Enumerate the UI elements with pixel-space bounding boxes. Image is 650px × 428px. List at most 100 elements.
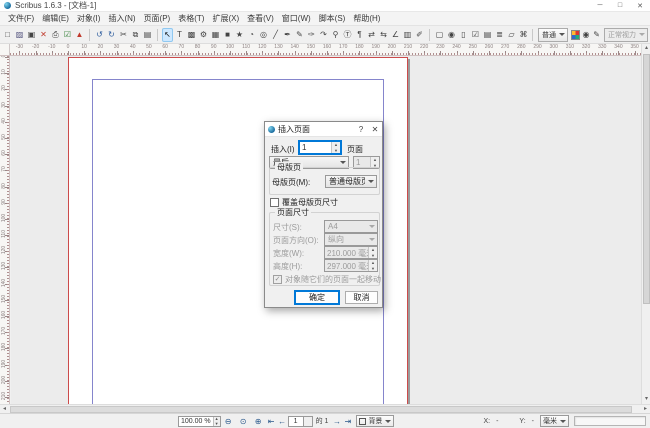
scroll-down-icon[interactable]: ▾ <box>642 395 650 404</box>
redo-button[interactable]: ↻ <box>106 28 117 42</box>
master-page-group: 母版页 母版页(M): 普通母版页 <box>269 167 380 195</box>
horizontal-scroll-thumb[interactable] <box>10 406 632 413</box>
save-document-button[interactable]: ▣ <box>26 28 37 42</box>
copy-item-properties-tool[interactable]: ▥ <box>402 28 413 42</box>
insert-count-spinner[interactable]: 1 ▲▼ <box>299 141 341 154</box>
vertical-ruler[interactable]: 0102030405060708090100110120130140150160… <box>0 56 10 404</box>
select-item-tool[interactable]: ↖ <box>162 28 173 42</box>
insert-render-frame-tool[interactable]: ⚙ <box>198 28 209 42</box>
insert-bezier-tool[interactable]: ✒ <box>282 28 293 42</box>
unlink-text-frames-tool[interactable]: ⇆ <box>378 28 389 42</box>
menu-table[interactable]: 表格(T) <box>174 12 208 26</box>
insert-text-frame-tool[interactable]: T <box>174 28 185 42</box>
export-pdf-button[interactable]: ▲ <box>74 28 85 42</box>
new-document-button[interactable]: □ <box>2 28 13 42</box>
cancel-button[interactable]: 取消 <box>345 291 378 304</box>
ruler-origin-corner[interactable] <box>0 44 10 56</box>
menu-script[interactable]: 脚本(S) <box>315 12 350 26</box>
window-close-button[interactable]: ✕ <box>630 0 650 12</box>
menu-extras[interactable]: 扩展(X) <box>208 12 243 26</box>
chevron-down-icon <box>560 420 566 423</box>
pdf-list-box-tool[interactable]: ≣ <box>494 28 505 42</box>
eye-dropper-tool[interactable]: ✐ <box>414 28 425 42</box>
menu-windows[interactable]: 窗口(W) <box>278 12 315 26</box>
insert-arc-tool[interactable]: ◔ <box>246 28 257 42</box>
insert-calligraphic-tool[interactable]: ✑ <box>306 28 317 42</box>
print-button[interactable]: ⎙ <box>50 28 61 42</box>
image-quality-select[interactable]: 普通 <box>538 28 568 42</box>
zoom-in-button[interactable]: ⊕ <box>252 415 265 427</box>
pdf-check-box-tool[interactable]: ☑ <box>470 28 481 42</box>
current-page-input[interactable]: 1 <box>288 416 304 427</box>
spinner-arrows[interactable]: ▲▼ <box>213 417 220 426</box>
menu-page[interactable]: 页面(P) <box>140 12 175 26</box>
measurements-tool[interactable]: ∠ <box>390 28 401 42</box>
ruler-number: 100 <box>226 44 234 50</box>
insert-freehand-tool[interactable]: ✎ <box>294 28 305 42</box>
next-page-button[interactable]: → <box>331 415 342 427</box>
last-page-button[interactable]: ⇥ <box>342 415 353 427</box>
insert-shape-tool[interactable]: ■ <box>222 28 233 42</box>
menu-file[interactable]: 文件(F) <box>4 12 38 26</box>
preview-mode-toggle[interactable]: ◉ <box>581 28 592 42</box>
close-document-button[interactable]: ✕ <box>38 28 49 42</box>
insert-line-tool[interactable]: ╱ <box>270 28 281 42</box>
preflight-verifier-button[interactable]: ☑ <box>62 28 73 42</box>
horizontal-ruler[interactable]: -30-20-100102030405060708090100110120130… <box>10 44 641 56</box>
menu-view[interactable]: 查看(V) <box>243 12 278 26</box>
color-management-toggle[interactable] <box>570 28 581 42</box>
undo-button[interactable]: ↺ <box>94 28 105 42</box>
layer-select[interactable]: 背景 <box>356 415 394 427</box>
copy-button[interactable]: ⧉ <box>130 28 141 42</box>
menu-item[interactable]: 对象(I) <box>73 12 105 26</box>
dialog-close-button[interactable]: ✕ <box>368 122 382 136</box>
zoom-tool[interactable]: ⚲ <box>330 28 341 42</box>
ruler-tick <box>618 51 619 55</box>
page-select-dropdown[interactable] <box>304 416 313 427</box>
pdf-text-field-tool[interactable]: ▯ <box>458 28 469 42</box>
ruler-tick <box>489 51 490 55</box>
edit-in-preview-toggle[interactable]: ✎ <box>591 28 602 42</box>
vertical-scroll-thumb[interactable] <box>643 54 650 304</box>
first-page-button[interactable]: ⇤ <box>266 415 277 427</box>
insert-image-frame-tool[interactable]: ▩ <box>186 28 197 42</box>
horizontal-scrollbar[interactable]: ◂ ▸ <box>0 404 650 413</box>
zoom-level-spinner[interactable]: 100.00 % ▲▼ <box>178 416 221 427</box>
insert-table-tool[interactable]: ▦ <box>210 28 221 42</box>
paste-button[interactable]: ▤ <box>142 28 153 42</box>
menu-edit[interactable]: 编辑(E) <box>38 12 73 26</box>
ruler-tick <box>295 51 296 55</box>
ruler-number: 100 <box>1 213 7 223</box>
link-annotation-tool[interactable]: ⌘ <box>518 28 529 42</box>
link-text-frames-tool[interactable]: ⇄ <box>366 28 377 42</box>
menu-help[interactable]: 帮助(H) <box>349 12 384 26</box>
insert-polygon-tool[interactable]: ★ <box>234 28 245 42</box>
ruler-number: -20 <box>32 44 39 50</box>
maximize-button[interactable]: □ <box>610 0 630 12</box>
insert-spiral-tool[interactable]: ◎ <box>258 28 269 42</box>
zoom-out-button[interactable]: ⊖ <box>222 415 235 427</box>
ruler-number: 120 <box>1 245 7 255</box>
pdf-combo-box-tool[interactable]: ▤ <box>482 28 493 42</box>
cut-button[interactable]: ✂ <box>118 28 129 42</box>
minimize-button[interactable]: ─ <box>590 0 610 12</box>
master-page-select[interactable]: 普通母版页 <box>325 175 377 188</box>
ruler-number: 30 <box>114 44 120 50</box>
checkbox-icon[interactable] <box>270 198 279 207</box>
dialog-help-button[interactable]: ? <box>354 122 368 136</box>
unit-select[interactable]: 毫米 <box>540 415 569 427</box>
menu-insert[interactable]: 插入(N) <box>104 12 139 26</box>
edit-contents-tool[interactable]: Ⓣ <box>342 28 353 42</box>
previous-page-button[interactable]: ← <box>277 415 288 427</box>
ok-button[interactable]: 确定 <box>295 291 339 304</box>
open-document-button[interactable]: ▨ <box>14 28 25 42</box>
rotate-item-tool[interactable]: ↷ <box>318 28 329 42</box>
title-bar: Scribus 1.6.3 - [文档-1] ─ □ ✕ <box>0 0 650 12</box>
pdf-push-button-tool[interactable]: ▢ <box>434 28 445 42</box>
story-editor-tool[interactable]: ¶ <box>354 28 365 42</box>
text-annotation-tool[interactable]: ▱ <box>506 28 517 42</box>
zoom-100-button[interactable]: ⊙ <box>237 415 250 427</box>
pdf-radio-button-tool[interactable]: ◉ <box>446 28 457 42</box>
scroll-up-icon[interactable]: ▴ <box>642 44 650 53</box>
vertical-scrollbar[interactable]: ▴ ▾ <box>641 44 650 404</box>
